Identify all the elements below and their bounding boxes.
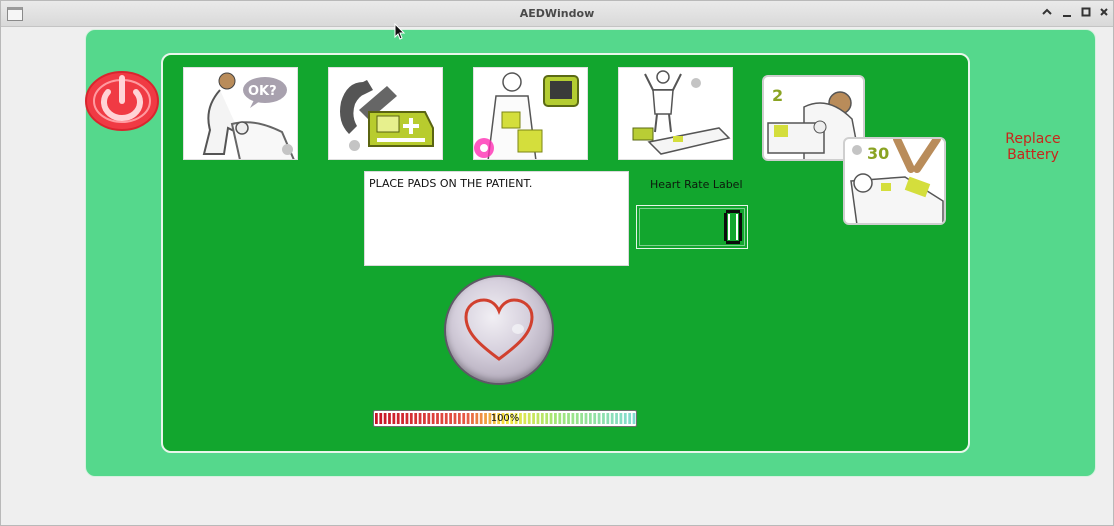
heart-icon	[464, 298, 534, 361]
close-icon	[1100, 8, 1108, 16]
ambulance-phone-icon	[340, 80, 434, 147]
step-indicator-dot	[349, 140, 360, 151]
step-attach-pads	[473, 67, 588, 160]
maximize-button[interactable]	[1079, 6, 1093, 20]
chevron-up-icon	[1042, 8, 1052, 15]
power-icon	[85, 71, 159, 131]
maximize-icon	[1081, 7, 1091, 17]
responsiveness-icon: OK?	[202, 72, 295, 159]
message-display: PLACE PADS ON THE PATIENT.	[364, 171, 629, 266]
heart-rate-label: Heart Rate Label	[650, 178, 743, 191]
step-stand-clear	[618, 67, 733, 160]
heart-rate-digit	[724, 210, 742, 244]
chest-compression-icon: 30	[850, 139, 944, 223]
attach-pads-icon	[474, 72, 579, 159]
window-title: AEDWindow	[519, 7, 595, 20]
message-text: PLACE PADS ON THE PATIENT.	[369, 177, 533, 190]
battery-level-text: 100%	[490, 413, 520, 424]
aed-window: AEDWindow OK? 2 30 PLACE PADS ON THE PAT…	[0, 0, 1114, 526]
mouse-cursor-icon	[394, 23, 406, 40]
title-bar[interactable]: AEDWindow	[1, 1, 1113, 27]
minimize-button[interactable]	[1060, 6, 1074, 20]
replace-battery-warning: Replace Battery	[1005, 131, 1061, 163]
step-indicator-dot	[282, 144, 293, 155]
heart-rate-display: 0	[636, 205, 748, 249]
cpr-breaths-count: 2	[772, 86, 783, 105]
shock-button[interactable]	[444, 275, 554, 385]
step-check-responsiveness: OK?	[183, 67, 298, 160]
minimize-icon	[1063, 15, 1071, 17]
cpr-compressions-count: 30	[867, 144, 889, 163]
power-button[interactable]	[83, 68, 161, 132]
collapse-button[interactable]	[1040, 6, 1054, 20]
step-call-emergency	[328, 67, 443, 160]
step-cpr-compressions: 30	[843, 137, 946, 225]
stand-clear-icon	[632, 70, 731, 155]
ok-bubble-text: OK?	[248, 84, 277, 99]
battery-level-bar: 100%	[373, 410, 637, 427]
close-button[interactable]	[1097, 6, 1111, 20]
